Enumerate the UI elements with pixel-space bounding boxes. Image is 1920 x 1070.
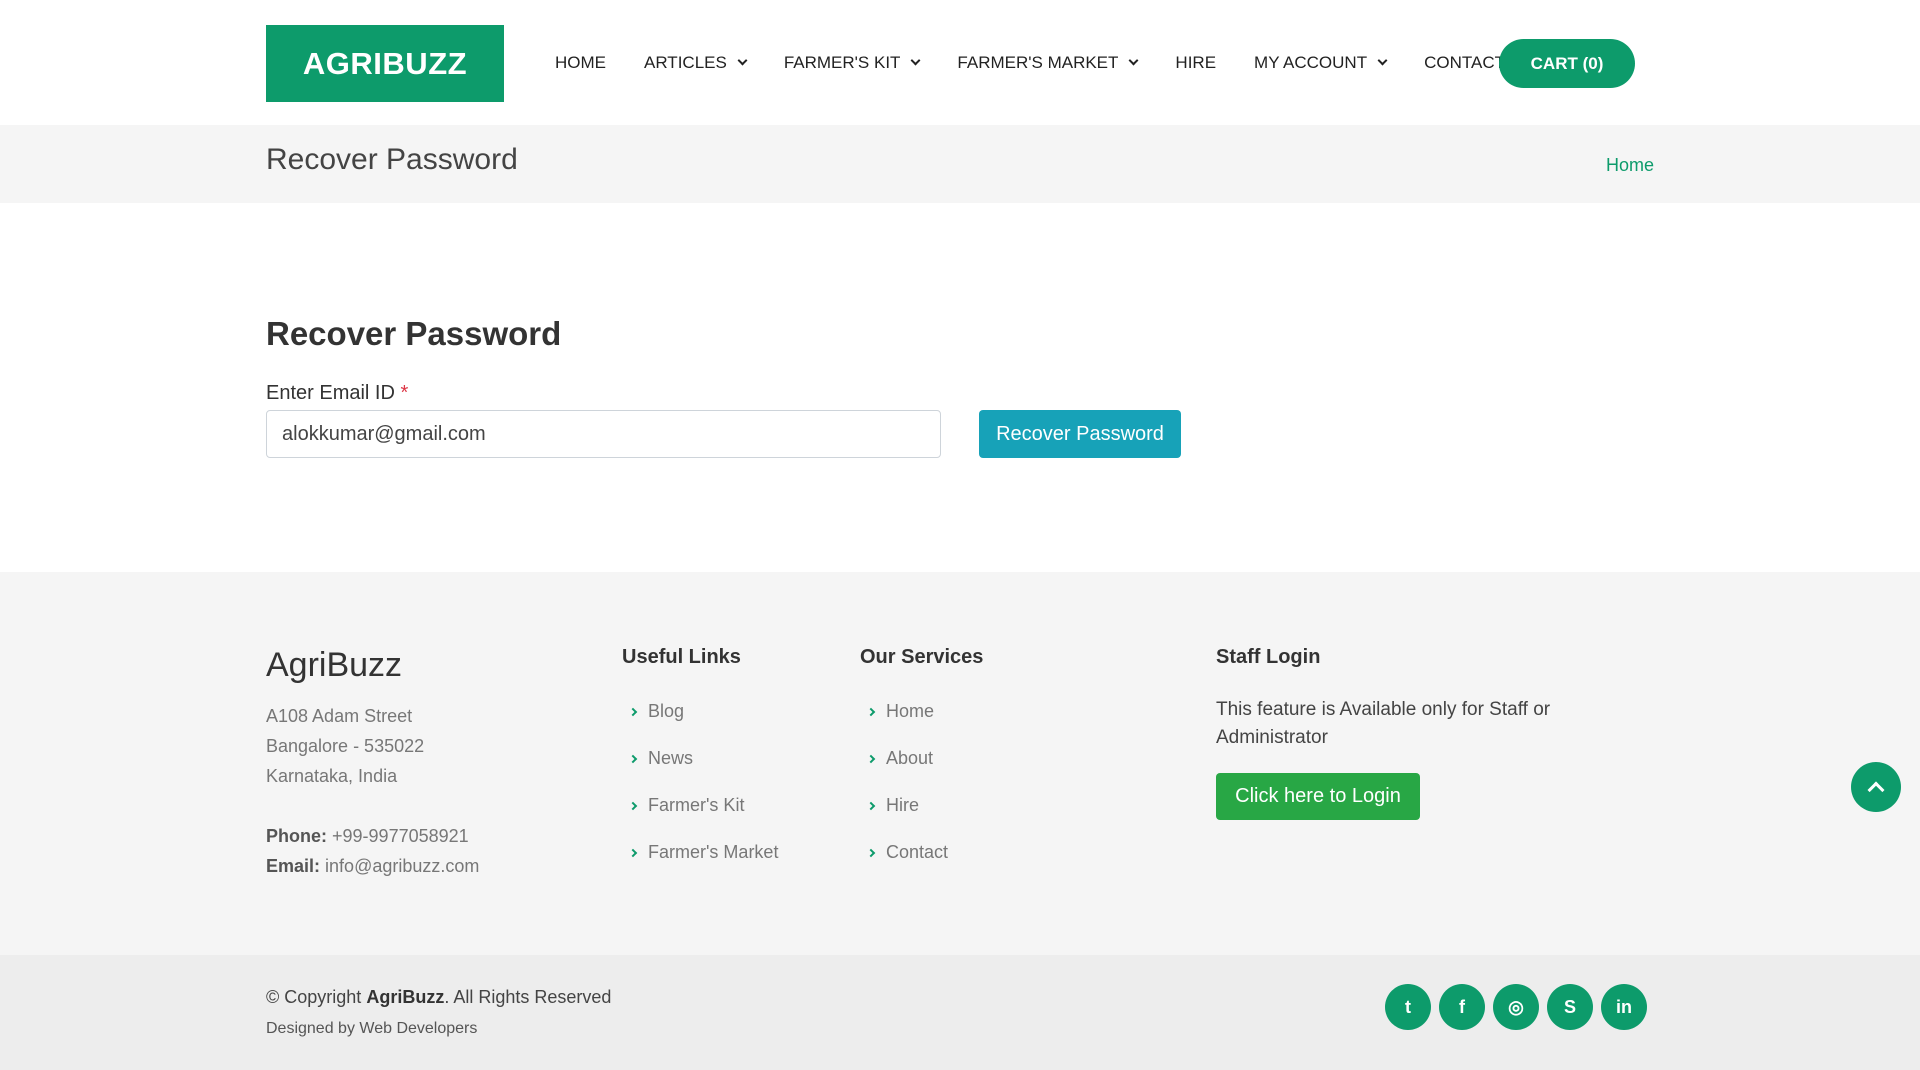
footer-brand: AgriBuzz: [266, 646, 403, 684]
footer-link-hire[interactable]: Hire: [860, 782, 948, 829]
email-value[interactable]: info@agribuzz.com: [325, 856, 479, 876]
copyright-suffix: . All Rights Reserved: [444, 987, 612, 1007]
form-title: Recover Password: [266, 315, 562, 352]
site-logo[interactable]: AGRIBUZZ: [266, 25, 504, 102]
link-label: Farmer's Market: [648, 842, 779, 862]
footer-email: Email: info@agribuzz.com: [266, 851, 479, 881]
footer-link-blog[interactable]: Blog: [622, 688, 778, 735]
nav-item-farmers-kit[interactable]: FARMER'S KIT: [783, 52, 921, 73]
nav-label: FARMER'S MARKET: [957, 52, 1119, 72]
footer-link-about[interactable]: About: [860, 735, 948, 782]
nav-label: ARTICLES: [644, 52, 727, 72]
copyright-prefix: © Copyright: [266, 987, 362, 1007]
nav-label: HOME: [555, 52, 606, 72]
useful-links-list: Blog News Farmer's Kit Farmer's Market: [622, 688, 778, 876]
chevron-right-icon: [628, 754, 638, 763]
nav-label: HIRE: [1175, 52, 1217, 72]
skype-icon[interactable]: S: [1547, 984, 1593, 1030]
chevron-down-icon: [910, 55, 921, 66]
footer-contact: Phone: +99-9977058921 Email: info@agribu…: [266, 821, 479, 881]
link-label: Farmer's Kit: [648, 795, 745, 815]
back-to-top-button[interactable]: [1851, 762, 1901, 812]
useful-links-title: Useful Links: [622, 646, 741, 668]
nav-item-articles[interactable]: ARTICLES: [644, 52, 748, 73]
our-services-list: Home About Hire Contact: [860, 688, 948, 876]
nav-label: CONTACT: [1424, 52, 1505, 72]
link-label: About: [886, 748, 934, 768]
nav-item-my-account[interactable]: MY ACCOUNT: [1254, 52, 1388, 73]
footer-link-farmers-kit[interactable]: Farmer's Kit: [622, 782, 778, 829]
site-header: AGRIBUZZ HOME ARTICLES FARMER'S KIT FARM…: [0, 0, 1920, 125]
nav-label: FARMER'S KIT: [783, 52, 901, 72]
our-services-title: Our Services: [860, 646, 984, 668]
footer-link-farmers-market[interactable]: Farmer's Market: [622, 829, 778, 876]
nav-item-hire[interactable]: HIRE: [1175, 53, 1216, 73]
footer-address: A108 Adam Street Bangalore - 535022 Karn…: [266, 701, 424, 791]
address-line: A108 Adam Street: [266, 706, 413, 726]
linkedin-icon[interactable]: in: [1601, 984, 1647, 1030]
chevron-right-icon: [628, 801, 638, 810]
breadcrumb: Recover Password Home: [0, 125, 1920, 203]
link-label: News: [648, 748, 694, 768]
site-footer: AgriBuzz A108 Adam Street Bangalore - 53…: [0, 572, 1920, 955]
copyright-brand: AgriBuzz: [366, 987, 445, 1007]
nav-item-home[interactable]: HOME: [555, 53, 606, 73]
staff-login-button[interactable]: Click here to Login: [1216, 773, 1420, 820]
email-label-text: Enter Email ID: [266, 382, 395, 404]
chevron-down-icon: [1377, 55, 1388, 66]
footer-link-home[interactable]: Home: [860, 688, 948, 735]
link-label: Hire: [886, 795, 920, 815]
breadcrumb-home-link[interactable]: Home: [1606, 155, 1654, 176]
email-label: Email:: [266, 856, 321, 876]
recover-password-button[interactable]: Recover Password: [979, 410, 1181, 458]
phone-value: +99-9977058921: [332, 826, 469, 846]
cart-button[interactable]: CART (0): [1499, 39, 1635, 88]
address-line: Karnataka, India: [266, 766, 398, 786]
chevron-right-icon: [866, 848, 876, 857]
required-mark: *: [400, 382, 409, 404]
staff-login-text: This feature is Available only for Staff…: [1216, 699, 1551, 748]
chevron-down-icon: [1128, 55, 1139, 66]
address-line: Bangalore - 535022: [266, 736, 425, 756]
chevron-right-icon: [628, 707, 638, 716]
link-label: Blog: [648, 701, 685, 721]
instagram-icon[interactable]: ◎: [1493, 984, 1539, 1030]
page-title: Recover Password: [266, 143, 518, 176]
chevron-right-icon: [866, 754, 876, 763]
staff-login-title: Staff Login: [1216, 646, 1321, 668]
chevron-up-icon: [1867, 781, 1885, 799]
email-label: Enter Email ID *: [266, 382, 408, 405]
chevron-right-icon: [866, 801, 876, 810]
footer-link-contact[interactable]: Contact: [860, 829, 948, 876]
copyright-bar: © Copyright AgriBuzz. All Rights Reserve…: [0, 955, 1920, 1070]
twitter-icon[interactable]: t: [1385, 984, 1431, 1030]
designed-by: Designed by Web Developers: [266, 1020, 478, 1037]
nav-item-contact[interactable]: CONTACT: [1424, 53, 1505, 73]
chevron-right-icon: [628, 848, 638, 857]
link-label: Contact: [886, 842, 949, 862]
email-field[interactable]: [266, 410, 941, 458]
social-links: t f ◎ S in: [1385, 984, 1655, 1030]
chevron-down-icon: [737, 55, 748, 66]
nav-label: MY ACCOUNT: [1254, 52, 1368, 72]
nav-item-farmers-market[interactable]: FARMER'S MARKET: [957, 52, 1139, 73]
copyright-text: © Copyright AgriBuzz. All Rights Reserve…: [266, 987, 611, 1008]
facebook-icon[interactable]: f: [1439, 984, 1485, 1030]
phone-label: Phone:: [266, 826, 327, 846]
footer-phone: Phone: +99-9977058921: [266, 821, 479, 851]
chevron-right-icon: [866, 707, 876, 716]
link-label: Home: [886, 701, 935, 721]
footer-link-news[interactable]: News: [622, 735, 778, 782]
main-nav: HOME ARTICLES FARMER'S KIT FARMER'S MARK…: [555, 0, 1543, 125]
